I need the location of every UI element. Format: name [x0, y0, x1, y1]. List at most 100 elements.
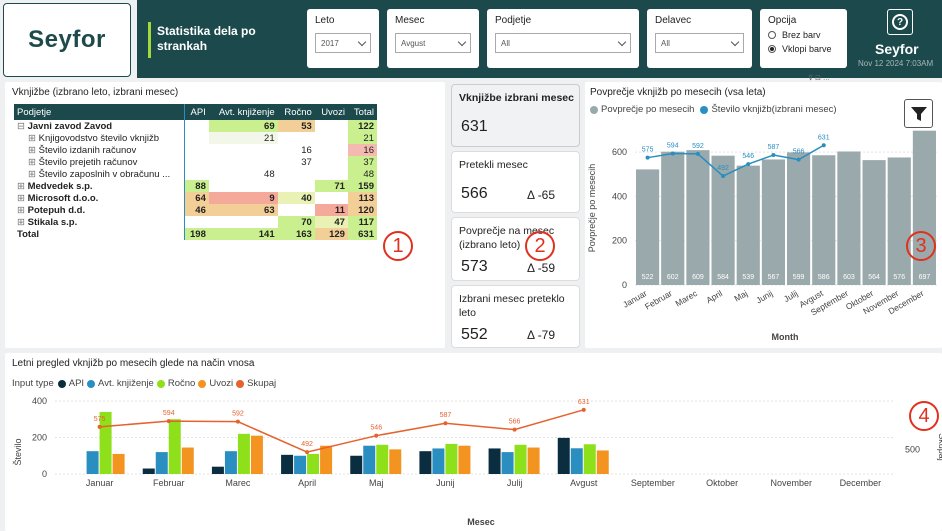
avg-bar [837, 151, 861, 285]
expand-icon[interactable]: ⊞ [17, 193, 28, 204]
legend-dot-gray [590, 105, 598, 114]
matrix-cell [315, 156, 348, 168]
legend-dot-api [57, 379, 66, 388]
yearly-chart-title: Letni pregled vknjižb po mesecih glede n… [12, 358, 255, 369]
slicer-leto: Leto 2017 [307, 9, 379, 68]
legend-label: API [68, 378, 85, 389]
x-axis-label: Month [772, 332, 799, 342]
matrix-header-cell[interactable]: Avt. knjiženje [208, 104, 278, 120]
matrix-cell: 117 [347, 216, 377, 228]
input-type-bar [570, 448, 583, 474]
count-label: 592 [692, 143, 704, 150]
card-title: Povprečje na mesec (izbrano leto) [459, 225, 555, 251]
radio-brez-barv-label: Brez barv [782, 30, 821, 40]
input-type-bar [281, 454, 294, 474]
matrix-cell: 113 [347, 192, 377, 204]
count-label: 492 [717, 165, 729, 172]
legend-label: Ročno [167, 378, 196, 389]
count-point [746, 162, 751, 167]
input-type-bar [350, 455, 363, 474]
matrix-row: ⊞ Število prejetih računov 37 37 [14, 156, 377, 168]
yearly-chart-legend: Input type API Avt. knjiženje Ročno Uvoz… [12, 378, 276, 389]
x-tick-label: Junij [436, 478, 455, 488]
card-delta: Δ -65 [527, 188, 556, 202]
y-tick-label: 400 [32, 396, 47, 406]
skupaj-point [512, 427, 517, 432]
matrix-header-cell[interactable]: API [184, 104, 209, 120]
expand-icon[interactable]: ⊞ [17, 181, 28, 192]
avg-bar-label: 576 [893, 274, 905, 281]
matrix-row-label: Javni zavod Zavod [27, 120, 113, 132]
slicer-delavec-label: Delavec [655, 15, 692, 26]
count-label: 575 [642, 147, 654, 154]
input-type-bar [557, 437, 570, 474]
x-tick-label: April [704, 288, 724, 305]
filter-button[interactable] [904, 99, 933, 128]
matrix-row-label: Stikala s.p. [27, 216, 78, 228]
avg-bar [686, 150, 710, 285]
x-tick-label: Februar [643, 288, 674, 312]
avg-chart-title: Povprečje vknjižb po mesecih (vsa leta) [590, 87, 766, 98]
matrix-header-cell[interactable]: Total [347, 104, 377, 120]
expand-icon[interactable]: ⊞ [28, 133, 39, 144]
matrix-row: ⊟ Javni zavod Zavod 69 53 122 [14, 120, 377, 132]
slicer-podjetje-value: All [501, 38, 510, 48]
expand-icon[interactable]: ⊞ [17, 205, 28, 216]
input-type-bar [250, 435, 263, 474]
matrix-cell [184, 120, 209, 132]
slicer-leto-value: 2017 [321, 38, 339, 48]
matrix-header-cell[interactable]: Uvozi [314, 104, 348, 120]
input-type-bar [363, 445, 376, 474]
avg-chart-legend: Povprečje po mesecih Število vknjižb(izb… [584, 104, 837, 115]
matrix-header-cell[interactable]: Ročno [277, 104, 315, 120]
card-vknjizbe-izbrani-mesec: Vknjižbe izbrani mesec 631 [451, 84, 580, 147]
matrix-header-cell[interactable]: Podjetje [14, 104, 185, 120]
legend-dot-blue [700, 105, 709, 114]
collapse-icon[interactable]: ⊟ [17, 121, 28, 132]
legend-dot-avt [87, 379, 96, 388]
expand-icon[interactable]: ⊞ [28, 157, 39, 168]
skupaj-label: 546 [370, 425, 382, 432]
matrix-row-label: Število izdanih računov [38, 144, 137, 156]
visual-header-icons[interactable]: ⊽ ⊡ … [808, 74, 830, 82]
card-value: 552 [461, 326, 488, 343]
matrix-cell: 88 [184, 180, 209, 192]
slicer-delavec-dropdown[interactable]: All [655, 33, 744, 53]
radio-brez-barv[interactable]: Brez barv [768, 30, 839, 40]
expand-icon[interactable]: ⊞ [28, 145, 39, 156]
card-value: 566 [461, 185, 488, 202]
skupaj-point [443, 421, 448, 426]
matrix-cell: 47 [314, 216, 348, 228]
radio-off-icon [768, 31, 776, 39]
card-title: Vknjižbe izbrani mesec [459, 92, 574, 104]
skupaj-label: 587 [440, 412, 452, 419]
refresh-timestamp: Nov 12 2024 7:03AM [858, 59, 934, 68]
radio-vklopi-barve[interactable]: Vklopi barve [768, 44, 839, 54]
slicer-leto-dropdown[interactable]: 2017 [315, 33, 371, 53]
x-tick-label: Junij [754, 288, 774, 305]
matrix-row-header: ⊞ Microsoft d.o.o. [14, 192, 185, 204]
slicer-podjetje-dropdown[interactable]: All [495, 33, 631, 53]
skupaj-label: 592 [232, 411, 244, 418]
matrix-cell: 9 [208, 192, 278, 204]
radio-vklopi-barve-label: Vklopi barve [782, 44, 832, 54]
matrix-cell [209, 156, 278, 168]
y-axis-label: Povprečje po mesecih [587, 164, 597, 253]
matrix-cell: 40 [277, 192, 315, 204]
matrix-cell: 53 [277, 120, 315, 132]
count-label: 566 [793, 149, 805, 156]
y-tick-label: 600 [612, 147, 627, 157]
matrix-row: ⊞ Število zaposlnih v obračunu ... 48 48 [14, 168, 377, 180]
matrix-cell: 37 [347, 156, 377, 168]
help-button[interactable]: ? [887, 9, 913, 35]
expand-icon[interactable]: ⊞ [17, 217, 28, 228]
matrix-row-header: ⊞ Število izdanih računov [14, 144, 185, 156]
skupaj-point [235, 419, 240, 424]
slicer-mesec-dropdown[interactable]: Avgust [395, 33, 471, 53]
matrix-cell: 46 [184, 204, 209, 216]
matrix-row: ⊞ Microsoft d.o.o. 64 9 40 113 [14, 192, 377, 204]
slicer-mesec: Mesec Avgust [387, 9, 479, 68]
expand-icon[interactable]: ⊞ [28, 169, 39, 180]
skupaj-label: 492 [301, 441, 313, 448]
legend-dot-uvozi [198, 379, 207, 388]
